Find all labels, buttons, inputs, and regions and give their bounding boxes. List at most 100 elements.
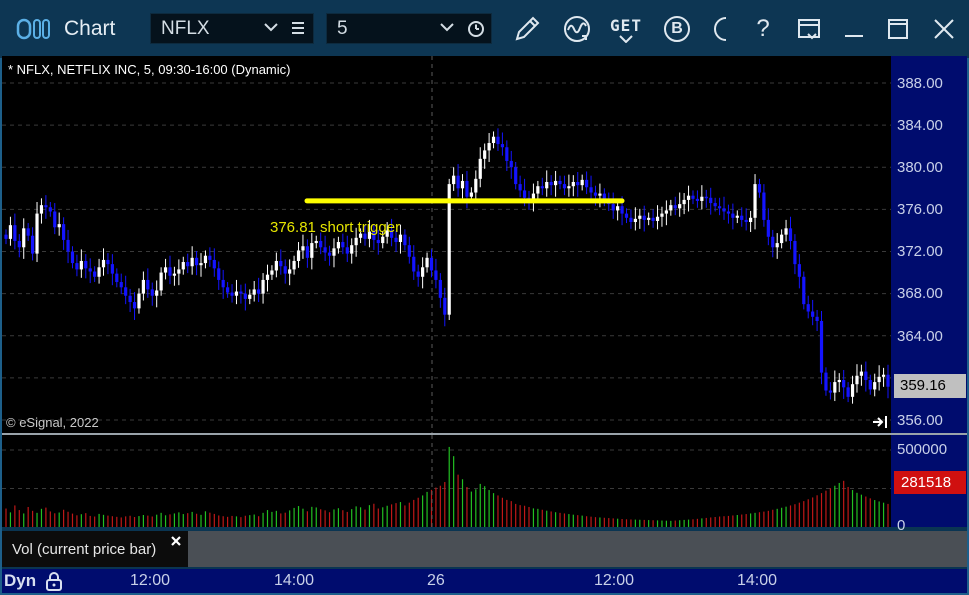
candle-body <box>132 302 137 309</box>
candle-body <box>483 150 487 159</box>
candle-body <box>146 279 150 290</box>
close-icon[interactable] <box>930 12 958 46</box>
candle-body <box>354 237 358 246</box>
candle-body <box>243 293 247 299</box>
candle-body <box>780 234 784 244</box>
lock-icon[interactable] <box>44 571 64 595</box>
candle-body <box>864 371 868 380</box>
chevron-down-icon[interactable] <box>439 19 455 41</box>
candle-body <box>421 267 425 277</box>
candle-body <box>261 279 265 294</box>
dynamic-mode-label[interactable]: Dyn <box>4 571 36 591</box>
candle-body <box>26 228 30 236</box>
symbol-dropdown[interactable]: NFLX <box>150 13 314 44</box>
candle-body <box>576 181 580 186</box>
candle-body <box>567 186 571 189</box>
candle-body <box>522 190 527 198</box>
candle-body <box>664 210 668 214</box>
candle-body <box>155 290 159 296</box>
candle-body <box>678 204 682 209</box>
candle-body <box>327 252 332 256</box>
candle-body <box>172 273 177 276</box>
candle-body <box>350 245 354 254</box>
price-chart[interactable]: * NFLX, NETFLIX INC, 5, 09:30-16:00 (Dyn… <box>2 56 891 434</box>
candle-body <box>545 181 549 189</box>
candle-body <box>491 136 496 144</box>
candle-body <box>425 257 429 268</box>
candle-body <box>332 248 336 256</box>
layout-icon[interactable] <box>794 12 824 46</box>
candle-body <box>434 270 438 280</box>
candle-body <box>97 267 101 277</box>
candle-body <box>797 264 801 277</box>
candle-body <box>673 205 677 209</box>
candle-body <box>336 242 341 249</box>
candle-body <box>824 372 828 391</box>
clock-icon[interactable] <box>467 20 485 44</box>
candle-body <box>793 240 797 265</box>
price-axis[interactable]: 388.00 384.00 380.00 376.00 372.00 368.0… <box>891 56 967 434</box>
candle-body <box>496 136 500 145</box>
candlestick-plot[interactable] <box>2 56 891 434</box>
candle-body <box>407 245 411 257</box>
minimize-icon[interactable] <box>840 12 868 46</box>
price-label: 368.00 <box>897 285 943 302</box>
close-legend-icon[interactable] <box>170 534 182 552</box>
candle-body <box>314 240 318 244</box>
candle-body <box>819 321 824 373</box>
price-label: 380.00 <box>897 159 943 176</box>
study-wave-icon[interactable] <box>560 12 594 46</box>
candle-body <box>310 243 314 258</box>
candle-body <box>881 374 886 377</box>
candle-body <box>589 187 593 193</box>
candle-body <box>815 316 819 322</box>
volume-axis[interactable]: 500000 281518 0 <box>891 435 967 534</box>
moon-icon[interactable] <box>706 12 734 46</box>
candle-body <box>301 246 305 251</box>
candle-body <box>762 192 766 220</box>
candle-body <box>412 256 416 272</box>
volume-plot[interactable] <box>2 435 891 527</box>
get-data-icon[interactable]: GET <box>608 12 644 46</box>
candle-body <box>323 247 327 253</box>
time-axis[interactable]: Dyn 12:00 14:00 26 12:00 14:00 <box>2 569 967 593</box>
time-label: 26 <box>427 572 445 589</box>
time-label: 12:00 <box>594 572 635 589</box>
candle-body <box>17 240 21 248</box>
candle-body <box>199 263 203 266</box>
candle-body <box>265 274 270 280</box>
candle-body <box>460 180 465 189</box>
candle-body <box>771 236 775 248</box>
scroll-to-end-icon[interactable] <box>872 415 888 434</box>
candle-body <box>84 260 88 269</box>
candle-body <box>106 259 110 265</box>
candle-body <box>536 186 540 194</box>
candle-body <box>279 260 283 267</box>
candle-body <box>598 193 602 196</box>
drawing-pencil-icon[interactable] <box>510 12 544 46</box>
list-menu-icon[interactable] <box>291 20 305 42</box>
candle-body <box>257 289 261 294</box>
candle-body <box>44 205 48 208</box>
candle-body <box>274 260 278 271</box>
help-icon[interactable]: ? <box>750 12 776 46</box>
candle-body <box>62 224 66 240</box>
candle-body <box>88 268 92 272</box>
interval-dropdown[interactable]: 5 <box>326 13 492 44</box>
b-icon[interactable]: B <box>662 12 692 46</box>
candle-body <box>119 282 123 288</box>
candle-body <box>784 228 788 235</box>
candle-body <box>221 279 225 288</box>
volume-chart[interactable] <box>2 435 891 527</box>
chevron-down-icon[interactable] <box>263 19 279 41</box>
maximize-icon[interactable] <box>884 12 912 46</box>
candle-body <box>682 199 686 205</box>
candle-body <box>469 192 473 197</box>
candle-body <box>735 215 739 218</box>
candle-body <box>651 217 655 221</box>
candle-body <box>128 295 132 303</box>
volume-legend[interactable]: Vol (current price bar) <box>2 531 188 567</box>
candle-body <box>549 181 553 186</box>
candle-body <box>833 382 837 393</box>
candle-body <box>248 294 252 299</box>
